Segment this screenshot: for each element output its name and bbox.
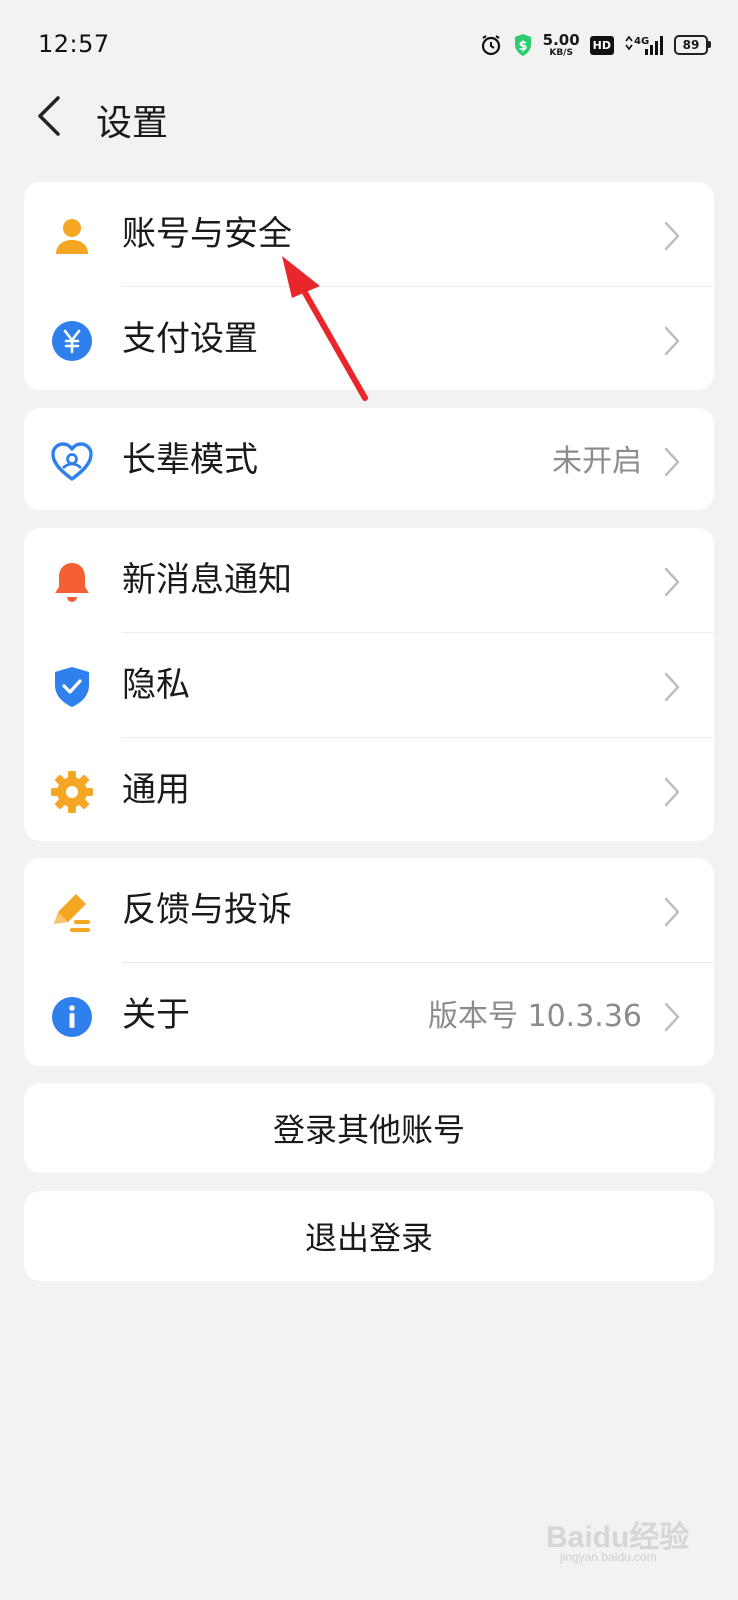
settings-item-elder-mode[interactable]: 长辈模式 未开启 [24, 408, 714, 510]
net-speed: 5.00 KB/S [542, 30, 580, 58]
bell-icon [50, 560, 94, 604]
chevron-right-icon [662, 776, 682, 808]
user-icon [50, 214, 94, 258]
hd-icon: HD [589, 35, 614, 55]
settings-item-label: 关于 [122, 995, 190, 1035]
svg-text:4G: 4G [634, 36, 649, 47]
status-icons: $ 5.00 KB/S HD 4G 89 [479, 28, 711, 62]
alarm-icon [479, 33, 503, 57]
settings-item-feedback[interactable]: 反馈与投诉 [24, 858, 714, 963]
svg-text:$: $ [518, 39, 527, 54]
settings-item-notifications[interactable]: 新消息通知 [24, 528, 714, 633]
settings-item-value: 版本号 10.3.36 [427, 999, 642, 1034]
settings-group-about: 反馈与投诉 关于 版本号 10.3.36 [24, 858, 714, 1066]
shield-check-icon [50, 665, 94, 709]
gear-icon [50, 770, 94, 814]
settings-item-privacy[interactable]: 隐私 [24, 633, 714, 738]
chevron-right-icon [662, 220, 682, 252]
chevron-right-icon [662, 896, 682, 928]
baidu-watermark: Baidu经验 jingyan.baidu.com [546, 1512, 696, 1570]
settings-item-label: 长辈模式 [122, 440, 258, 480]
shield-dollar-icon: $ [513, 33, 533, 57]
pencil-icon [50, 890, 94, 934]
battery-icon: 89 [674, 35, 711, 55]
settings-item-label: 通用 [122, 770, 190, 810]
chevron-right-icon [662, 566, 682, 598]
chevron-right-icon [662, 325, 682, 357]
signal-4g-icon: 4G [624, 33, 664, 57]
page-title: 设置 [96, 103, 169, 144]
annotation-arrow [282, 256, 368, 401]
heart-icon [50, 440, 94, 484]
status-time: 12:57 [38, 30, 110, 58]
settings-item-label: 账号与安全 [122, 214, 292, 254]
yuan-icon [50, 319, 94, 363]
settings-item-label: 反馈与投诉 [122, 890, 292, 930]
header: 设置 [0, 80, 738, 152]
settings-group-elder: 长辈模式 未开启 [24, 408, 714, 510]
switch-account-button[interactable]: 登录其他账号 [24, 1083, 714, 1173]
chevron-left-icon[interactable] [32, 92, 72, 140]
chevron-right-icon [662, 671, 682, 703]
chevron-right-icon [662, 446, 682, 478]
settings-item-label: 支付设置 [122, 319, 258, 359]
chevron-right-icon [662, 1001, 682, 1033]
settings-group-general: 新消息通知 隐私 通用 [24, 528, 714, 841]
status-bar: 12:57 $ 5.00 KB/S HD 4G 89 [0, 0, 738, 90]
logout-button[interactable]: 退出登录 [24, 1191, 714, 1281]
info-icon [50, 995, 94, 1039]
settings-item-value: 未开启 [552, 444, 642, 479]
settings-item-label: 新消息通知 [122, 560, 292, 600]
watermark-sub: jingyan.baidu.com [560, 1550, 657, 1564]
settings-item-label: 隐私 [122, 665, 190, 705]
settings-item-about[interactable]: 关于 版本号 10.3.36 [24, 963, 714, 1066]
settings-item-general[interactable]: 通用 [24, 738, 714, 841]
